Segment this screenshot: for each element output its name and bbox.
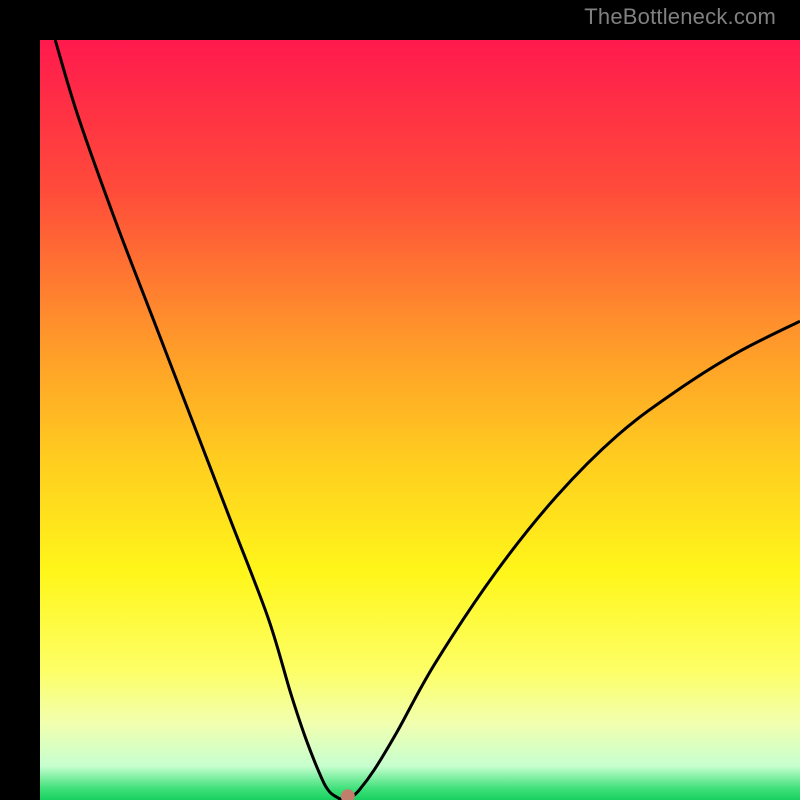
bottleneck-curve: [40, 40, 800, 800]
chart-frame: [0, 0, 800, 800]
optimum-marker: [341, 789, 355, 800]
watermark-text: TheBottleneck.com: [584, 4, 776, 30]
plot-area: [40, 40, 800, 800]
